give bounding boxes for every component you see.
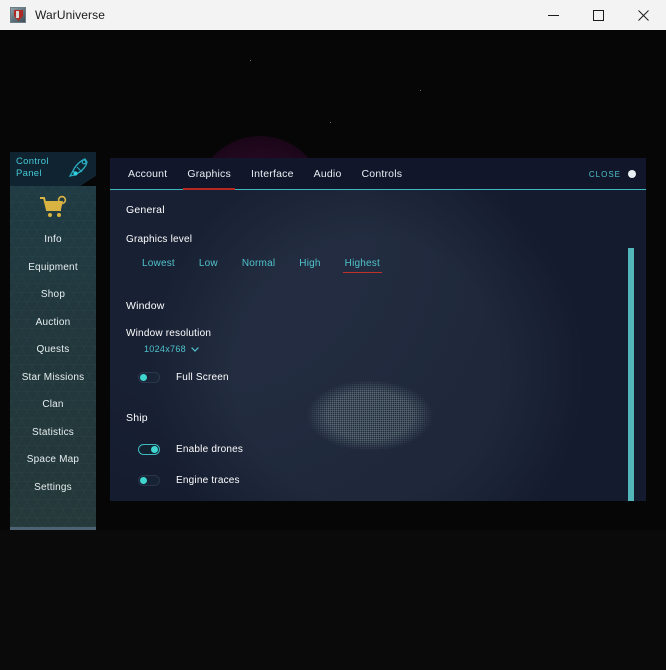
sidebar-item-label: Statistics [31, 426, 74, 438]
settings-tabbar: Account Graphics Interface Audio Control… [110, 158, 646, 190]
logout-button[interactable]: Log out [10, 527, 96, 530]
graphics-level-lowest[interactable]: Lowest [130, 258, 187, 273]
graphics-level-label-item: Low [198, 258, 218, 269]
window-resolution-dropdown[interactable]: 1024x768 [144, 344, 199, 354]
toggle-knob [140, 373, 147, 381]
engine-traces-toggle[interactable] [138, 474, 160, 486]
close-panel-label: CLOSE [588, 169, 621, 179]
engine-traces-label: Engine traces [176, 474, 240, 486]
sidebar-item-list: Info Equipment Shop Auction Quests Star … [10, 226, 96, 501]
minimize-icon[interactable] [531, 0, 576, 30]
sidebar-item-label: Settings [34, 481, 72, 493]
control-panel-sidebar: Control Panel Info Equipment Shop Auctio… [10, 152, 96, 530]
full-screen-toggle[interactable] [138, 371, 160, 383]
tab-graphics[interactable]: Graphics [177, 158, 241, 190]
graphics-level-label-item: Lowest [142, 258, 175, 269]
graphics-level-high[interactable]: High [287, 258, 332, 273]
graphics-level-label: Graphics level [126, 234, 193, 245]
sidebar-item-equipment[interactable]: Equipment [10, 254, 96, 282]
sidebar-item-label: Space Map [26, 454, 80, 466]
engine-traces-option-row: Engine traces [138, 472, 646, 488]
sidebar-header-line1: Control [16, 156, 49, 167]
close-panel-dot-icon [628, 170, 636, 178]
toggle-knob [140, 476, 147, 484]
graphics-level-low[interactable]: Low [187, 258, 230, 273]
rocket-icon [68, 158, 88, 177]
tab-account[interactable]: Account [118, 158, 177, 190]
close-panel-button[interactable]: CLOSE [589, 170, 636, 179]
sidebar-item-label: Shop [40, 289, 66, 301]
close-icon[interactable] [621, 0, 666, 30]
sidebar-item-label: Quests [36, 344, 70, 356]
sidebar-item-label: Auction [35, 316, 71, 328]
section-title-general: General [126, 204, 165, 216]
sidebar-item-label: Info [44, 234, 62, 246]
sidebar-header-line2: Panel [16, 168, 42, 179]
sidebar-item-shop[interactable]: Shop [10, 281, 96, 309]
window-resolution-label: Window resolution [126, 328, 212, 339]
tab-controls[interactable]: Controls [352, 158, 413, 190]
tab-label: Audio [313, 168, 342, 180]
chevron-down-icon [191, 346, 199, 352]
tab-label: Interface [250, 168, 294, 180]
sidebar-menu: Info Equipment Shop Auction Quests Star … [10, 186, 96, 527]
sidebar-item-statistics[interactable]: Statistics [10, 419, 96, 447]
sidebar-item-label: Star Missions [21, 371, 85, 383]
app-window: WarUniverse Control Panel Info Equipment… [0, 0, 666, 670]
enable-drones-label: Enable drones [176, 443, 244, 455]
sidebar-item-auction[interactable]: Auction [10, 309, 96, 337]
sidebar-item-space-map[interactable]: Space Map [10, 446, 96, 474]
decorative-dither-blob [300, 368, 440, 463]
background-star [330, 122, 331, 123]
window-title: WarUniverse [35, 8, 106, 22]
sidebar-item-clan[interactable]: Clan [10, 391, 96, 419]
sidebar-item-label: Equipment [28, 261, 78, 273]
window-titlebar: WarUniverse [0, 0, 666, 31]
sidebar-item-label: Clan [42, 399, 64, 411]
section-title-window: Window [126, 300, 165, 312]
tab-label: Graphics [187, 168, 231, 180]
background-star [250, 60, 251, 61]
game-viewport: Control Panel Info Equipment Shop Auctio… [0, 30, 666, 530]
graphics-level-options: Lowest Low Normal High Highest [130, 258, 646, 273]
tab-label: Account [128, 168, 168, 180]
enable-drones-toggle[interactable] [138, 443, 160, 455]
window-resolution-value: 1024x768 [144, 344, 186, 354]
sidebar-header-title: Control Panel [16, 156, 64, 180]
graphics-level-label-item: Normal [241, 258, 276, 269]
shopping-cart-icon[interactable] [38, 194, 68, 220]
sidebar-item-star-missions[interactable]: Star Missions [10, 364, 96, 392]
full-screen-label: Full Screen [176, 371, 229, 383]
graphics-level-normal[interactable]: Normal [230, 258, 287, 273]
graphics-level-highest[interactable]: Highest [333, 258, 392, 273]
sidebar-header: Control Panel [10, 152, 96, 186]
tab-interface[interactable]: Interface [241, 158, 304, 190]
settings-panel: Account Graphics Interface Audio Control… [110, 158, 646, 501]
window-controls [531, 0, 666, 30]
background-star [420, 90, 421, 91]
sidebar-item-settings[interactable]: Settings [10, 474, 96, 502]
toggle-knob [151, 445, 158, 453]
maximize-icon[interactable] [576, 0, 621, 30]
waruniverse-logo-icon [10, 7, 26, 23]
sidebar-item-info[interactable]: Info [10, 226, 96, 254]
tab-audio[interactable]: Audio [304, 158, 352, 190]
settings-panel-body: General Graphics level Lowest Low Normal… [110, 190, 646, 501]
sidebar-item-quests[interactable]: Quests [10, 336, 96, 364]
tab-label: Controls [361, 168, 403, 180]
settings-scrollbar-track[interactable] [628, 230, 634, 501]
graphics-level-label-item: High [299, 258, 321, 269]
graphics-level-label-item: Highest [344, 258, 380, 269]
settings-scrollbar-thumb[interactable] [628, 248, 634, 501]
